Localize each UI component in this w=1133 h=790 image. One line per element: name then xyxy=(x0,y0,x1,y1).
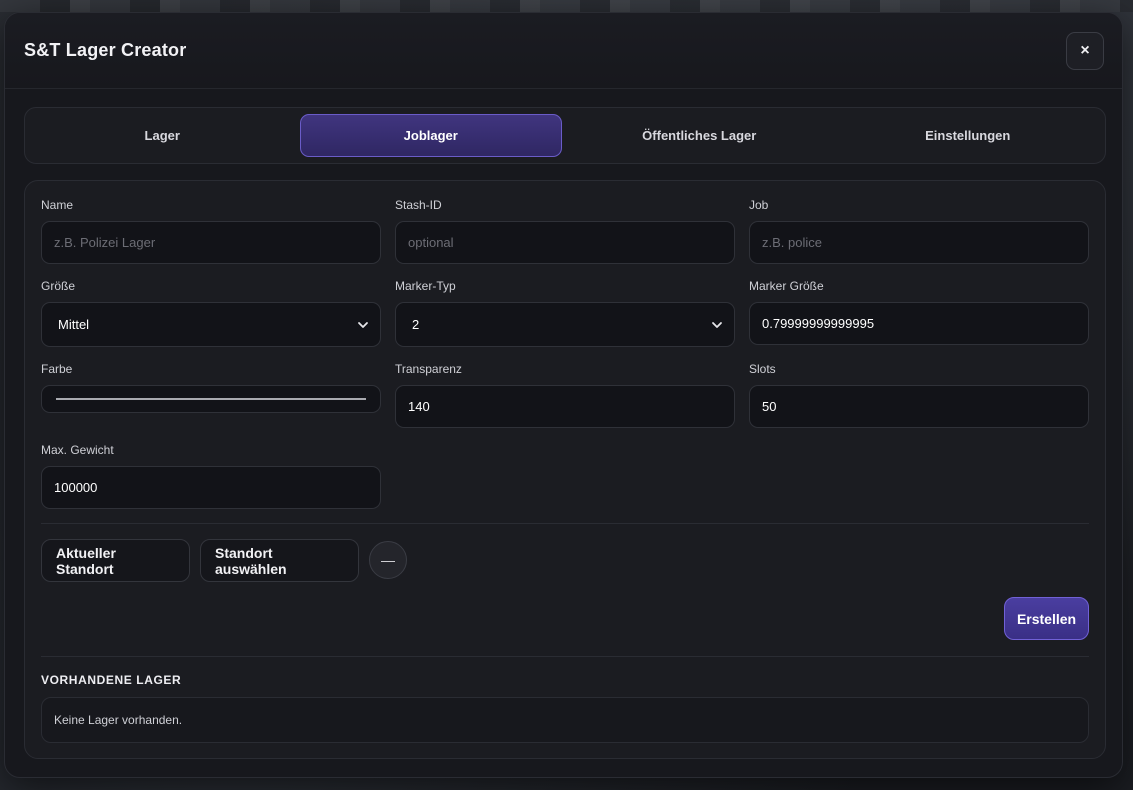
max-weight-field-group: Max. Gewicht xyxy=(41,443,381,509)
transparency-label: Transparenz xyxy=(395,362,462,376)
marker-type-label: Marker-Typ xyxy=(395,279,456,293)
color-label: Farbe xyxy=(41,362,73,376)
empty-state-text: Keine Lager vorhanden. xyxy=(54,713,183,727)
close-button[interactable]: × xyxy=(1066,32,1104,70)
marker-type-field-group: Marker-Typ 2 xyxy=(395,279,735,347)
chevron-down-icon xyxy=(358,321,368,328)
job-label: Job xyxy=(749,198,769,212)
color-picker[interactable] xyxy=(41,385,381,413)
size-field-group: Größe Mittel xyxy=(41,279,381,347)
form-divider xyxy=(41,523,1089,524)
background-strip xyxy=(0,0,1133,12)
marker-type-select-value: 2 xyxy=(412,317,420,332)
color-swatch xyxy=(56,398,366,400)
tab-einstellungen[interactable]: Einstellungen xyxy=(837,114,1100,157)
slots-field-group: Slots xyxy=(749,362,1089,428)
transparency-input[interactable] xyxy=(395,385,735,428)
select-location-button[interactable]: Standort auswählen xyxy=(200,539,359,582)
max-weight-label: Max. Gewicht xyxy=(41,443,114,457)
modal-header: S&T Lager Creator × xyxy=(5,13,1122,89)
stash-id-field-group: Stash-ID xyxy=(395,198,735,264)
marker-size-label: Marker Größe xyxy=(749,279,824,293)
job-input[interactable] xyxy=(749,221,1089,264)
section-divider xyxy=(41,656,1089,657)
tab-oeffentliches-lager[interactable]: Öffentliches Lager xyxy=(568,114,831,157)
marker-size-field-group: Marker Größe xyxy=(749,279,1089,345)
close-icon: × xyxy=(1080,42,1090,59)
marker-type-select[interactable]: 2 xyxy=(395,302,735,347)
tab-lager[interactable]: Lager xyxy=(31,114,294,157)
joblager-form-panel: Name Stash-ID Job Größe Mittel Marker-Ty… xyxy=(24,180,1106,759)
stash-id-input[interactable] xyxy=(395,221,735,264)
job-field-group: Job xyxy=(749,198,1089,264)
color-field-group: Farbe xyxy=(41,362,381,413)
slots-label: Slots xyxy=(749,362,776,376)
size-select[interactable]: Mittel xyxy=(41,302,381,347)
name-field-group: Name xyxy=(41,198,381,264)
modal-title: S&T Lager Creator xyxy=(24,40,187,60)
create-button[interactable]: Erstellen xyxy=(1004,597,1089,640)
max-weight-input[interactable] xyxy=(41,466,381,509)
name-label: Name xyxy=(41,198,74,212)
current-location-button[interactable]: Aktueller Standort xyxy=(41,539,190,582)
tab-joblager[interactable]: Joblager xyxy=(299,114,562,157)
name-input[interactable] xyxy=(41,221,381,264)
lager-creator-modal: S&T Lager Creator × Lager Joblager Öffen… xyxy=(4,12,1123,778)
location-status-indicator[interactable]: — xyxy=(369,541,407,579)
marker-size-input[interactable] xyxy=(749,302,1089,345)
size-select-value: Mittel xyxy=(58,317,90,332)
existing-storages-heading: VORHANDENE LAGER xyxy=(41,673,182,687)
chevron-down-icon xyxy=(712,321,722,328)
transparency-field-group: Transparenz xyxy=(395,362,735,428)
stash-id-label: Stash-ID xyxy=(395,198,442,212)
size-label: Größe xyxy=(41,279,76,293)
tab-bar: Lager Joblager Öffentliches Lager Einste… xyxy=(24,107,1106,164)
existing-storages-list: Keine Lager vorhanden. xyxy=(41,697,1089,743)
slots-input[interactable] xyxy=(749,385,1089,428)
